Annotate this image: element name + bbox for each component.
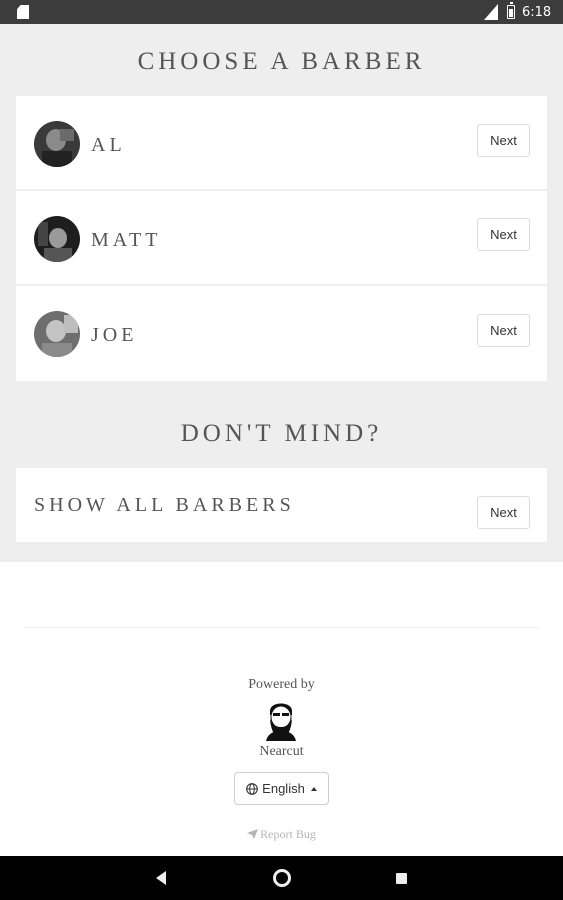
barber-name: JOE [91,324,138,346]
avatar [34,216,80,262]
recents-icon[interactable] [396,873,407,884]
next-button-joe[interactable]: Next [477,314,530,347]
status-bar: 6:18 [0,0,563,24]
caret-up-icon [310,786,317,791]
status-time: 6:18 [522,5,552,20]
signal-icon [484,4,498,20]
powered-by-text: Powered by [248,677,315,692]
globe-icon [246,782,259,795]
barber-name: AL [91,134,126,156]
barber-row-joe[interactable]: JOE Next [16,286,547,381]
show-all-barbers-row[interactable]: SHOW ALL BARBERS Next [16,468,547,542]
page-title: CHOOSE A BARBER [137,48,426,75]
brand-name: Nearcut [259,744,304,759]
avatar [34,311,80,357]
dont-mind-title: DON'T MIND? [180,420,383,447]
barber-row-al[interactable]: AL Next [16,96,547,191]
language-label: English [262,781,305,796]
battery-icon [507,2,515,19]
language-dropdown[interactable]: English [234,772,329,805]
report-bug-link[interactable]: Report Bug [0,827,563,842]
next-button-matt[interactable]: Next [477,218,530,251]
barber-row-matt[interactable]: MATT Next [16,191,547,286]
report-bug-label: Report Bug [260,827,316,841]
home-icon[interactable] [273,869,291,887]
next-button-show-all[interactable]: Next [477,496,530,529]
back-icon[interactable] [156,871,166,885]
nearcut-logo-icon [266,703,296,741]
barber-name: MATT [91,229,162,251]
navigation-bar [0,856,563,900]
divider [24,627,539,628]
sd-card-icon [17,5,29,19]
show-all-label: SHOW ALL BARBERS [34,494,295,516]
next-button-al[interactable]: Next [477,124,530,157]
paper-plane-icon [247,829,259,839]
avatar [34,121,80,167]
barber-list: AL Next MATT Next JOE Next [16,96,547,381]
